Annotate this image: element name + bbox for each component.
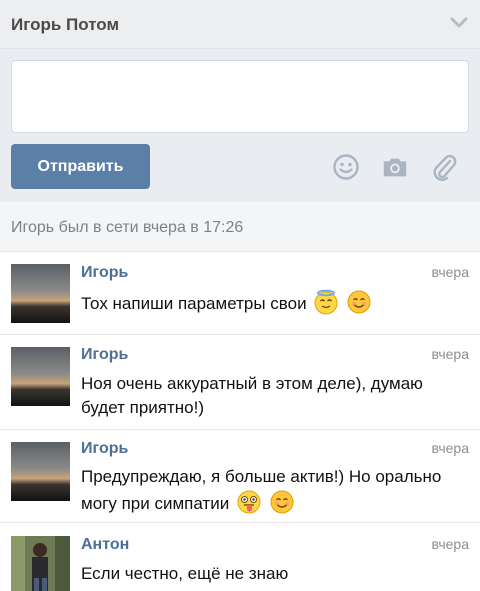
online-status: Игорь был в сети вчера в 17:26 xyxy=(0,202,480,252)
smile-emoji-icon xyxy=(270,490,294,514)
smiley-icon[interactable] xyxy=(332,153,360,181)
avatar[interactable] xyxy=(11,264,70,323)
angel-emoji-icon xyxy=(314,289,338,315)
conversation-title[interactable]: Игорь Потом xyxy=(11,15,119,35)
message-time: вчера xyxy=(431,346,469,362)
message-sender[interactable]: Антон xyxy=(81,536,129,554)
wink-tongue-emoji-icon xyxy=(237,490,261,514)
chevron-down-icon[interactable] xyxy=(450,16,468,30)
avatar[interactable] xyxy=(11,347,70,406)
message-body: Тох напиши параметры свои xyxy=(81,294,307,313)
message-text: Если честно, ещё не знаю xyxy=(81,564,289,583)
avatar[interactable] xyxy=(11,536,70,591)
message-text: Предупреждаю, я больше актив!) Но оральн… xyxy=(81,465,471,516)
message-time: вчера xyxy=(431,536,469,552)
paperclip-icon[interactable] xyxy=(430,153,458,181)
message-sender[interactable]: Игорь xyxy=(81,264,128,282)
message-sender[interactable]: Игорь xyxy=(81,346,128,364)
message-time: вчера xyxy=(431,264,469,280)
message-time: вчера xyxy=(431,440,469,456)
message-item[interactable]: Игорь вчера Предупреждаю, я больше актив… xyxy=(0,430,480,523)
conversation-header: Игорь Потом xyxy=(0,0,480,49)
message-item[interactable]: Игорь вчера Ноя очень аккуратный в этом … xyxy=(0,335,480,430)
message-text: Тох напиши параметры свои xyxy=(81,289,471,316)
camera-icon[interactable] xyxy=(381,153,409,181)
send-button[interactable]: Отправить xyxy=(11,144,150,189)
last-seen-text: Игорь был в сети вчера в 17:26 xyxy=(11,219,244,236)
message-composer: Отправить xyxy=(0,49,480,202)
message-input[interactable] xyxy=(11,60,469,133)
smile-emoji-icon xyxy=(347,290,371,314)
message-item[interactable]: Антон вчера Если честно, ещё не знаю xyxy=(0,523,480,591)
avatar[interactable] xyxy=(11,442,70,501)
message-text: Ноя очень аккуратный в этом деле), думаю… xyxy=(81,374,423,417)
message-item[interactable]: Игорь вчера Тох напиши параметры свои xyxy=(0,252,480,335)
message-sender[interactable]: Игорь xyxy=(81,440,128,458)
